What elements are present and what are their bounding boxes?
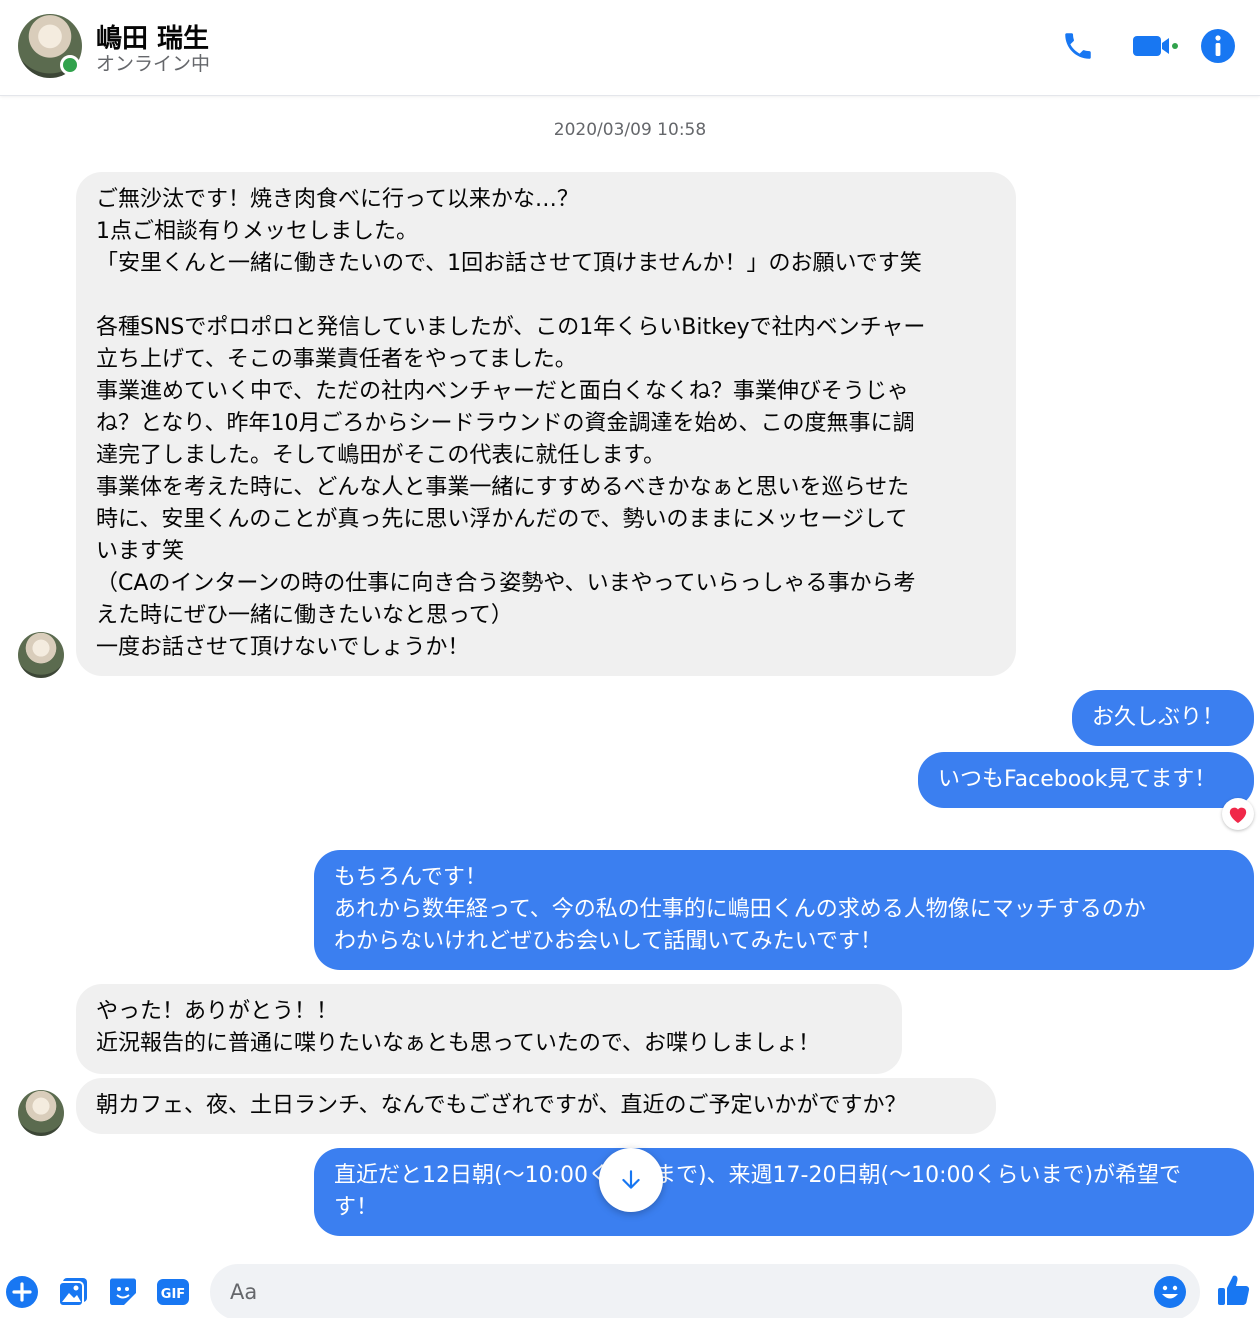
arrow-down-icon (622, 1170, 640, 1189)
outgoing-message[interactable]: もちろんです！ あれから数年経って、今の私の仕事的に嶋田くんの求める人物像にマッ… (314, 850, 1254, 970)
emoji-icon[interactable] (1152, 1274, 1188, 1310)
outgoing-message[interactable]: いつもFacebook見てます！ (918, 752, 1254, 808)
phone-icon[interactable] (1058, 26, 1098, 66)
incoming-message[interactable]: 朝カフェ、夜、土日ランチ、なんでもござれですが、直近のご予定いかがですか？ (76, 1078, 996, 1134)
info-icon[interactable] (1198, 26, 1238, 66)
outgoing-message[interactable]: 直近だと12日朝(〜10:00くらいまで)、来週17-20日朝(〜10:00くら… (314, 1148, 1254, 1236)
online-status-dot (60, 55, 80, 75)
thumbs-up-icon[interactable] (1216, 1272, 1252, 1308)
video-camera-icon[interactable] (1130, 26, 1182, 66)
message-input-box[interactable] (210, 1264, 1200, 1318)
plus-icon[interactable] (4, 1274, 40, 1310)
svg-text:GIF: GIF (161, 1287, 185, 1302)
message-input[interactable] (230, 1264, 1130, 1318)
sticker-icon[interactable] (105, 1274, 141, 1310)
contact-status: オンライン中 (96, 53, 211, 75)
outgoing-message[interactable]: お久しぶり！ (1072, 690, 1254, 746)
image-icon[interactable] (55, 1274, 91, 1310)
gif-icon[interactable]: GIF (155, 1274, 191, 1310)
chat-header: 嶋田 瑞生 オンライン中 (0, 0, 1260, 96)
message-timestamp: 2020/03/09 10:58 (553, 120, 707, 140)
incoming-message[interactable]: やった！ありがとう！！ 近況報告的に普通に喋りたいなぁとも思っていたので、お喋り… (76, 984, 902, 1074)
incoming-message[interactable]: ご無沙汰です！焼き肉食べに行って以来かな…？ 1点ご相談有りメッセしました。 「… (76, 172, 1016, 676)
heart-reaction-icon[interactable] (1222, 798, 1254, 830)
contact-avatar-small[interactable] (18, 1090, 64, 1136)
contact-avatar-small[interactable] (18, 632, 64, 678)
scroll-to-bottom-button[interactable] (599, 1148, 663, 1212)
